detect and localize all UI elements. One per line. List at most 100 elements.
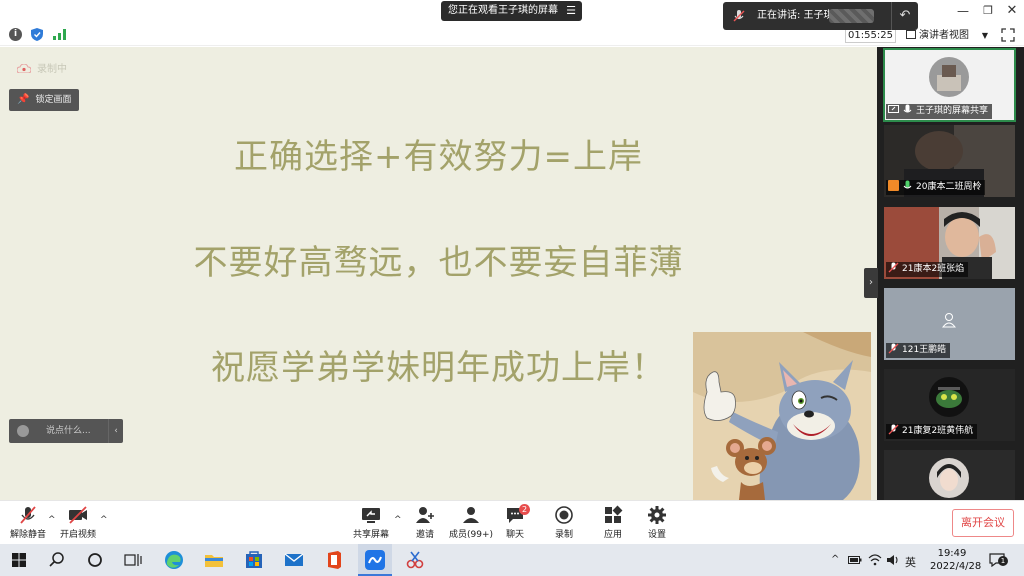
participant-tile[interactable]: 21康复2班黄伟航 (884, 369, 1015, 441)
share-screen-icon (362, 508, 380, 523)
cloud-record-icon (17, 64, 31, 73)
info-icon[interactable]: i (9, 28, 22, 41)
start-video-label: 开启视频 (59, 530, 96, 540)
wifi-icon[interactable] (868, 553, 882, 567)
tray-expand-icon[interactable]: ^ (831, 554, 839, 565)
record-button[interactable]: 录制 (536, 505, 592, 543)
participant-tile[interactable]: 121王鹏皓 (884, 288, 1015, 360)
lock-screen-label: 锁定画面 (35, 95, 72, 105)
emoji-icon[interactable] (17, 425, 29, 437)
sharing-banner-text: 您正在观看王子琪的屏幕 (448, 5, 558, 16)
store-icon[interactable] (243, 549, 265, 571)
chat-label: 聊天 (505, 530, 524, 540)
fullscreen-icon[interactable] (1001, 28, 1015, 42)
cortana-icon[interactable] (84, 549, 106, 571)
menu-icon[interactable]: ☰ (566, 1, 576, 21)
close-icon[interactable]: ✕ (1004, 3, 1020, 19)
shield-icon[interactable] (31, 28, 43, 41)
record-label: 录制 (554, 530, 573, 540)
apps-label: 应用 (603, 530, 622, 540)
slide-line: 正确选择+有效努力=上岸 (234, 137, 643, 177)
minimize-icon[interactable]: — (955, 3, 971, 19)
return-icon[interactable]: ↶ (891, 2, 918, 30)
participant-name: 王子琪的屏幕共享 (916, 106, 989, 116)
participant-tile[interactable]: 王子琪的屏幕共享 (883, 48, 1016, 122)
muted-mic-icon (888, 343, 899, 354)
share-screen-button[interactable]: 共享屏幕 (343, 505, 399, 543)
layout-icon (906, 30, 916, 39)
search-icon[interactable] (46, 549, 68, 571)
meeting-timer: 01:55:25 (845, 28, 896, 43)
recording-label: 录制中 (37, 64, 67, 75)
task-view-icon[interactable] (122, 549, 144, 571)
taskbar-active-app[interactable] (358, 544, 392, 576)
participant-label: 王子琪的屏幕共享 (886, 104, 993, 119)
participant-label: 121王鹏皓 (886, 343, 951, 358)
host-icon (888, 180, 899, 191)
notification-count: 1 (998, 556, 1008, 566)
snipping-tool-icon[interactable] (404, 549, 426, 571)
participant-name: 121王鹏皓 (902, 345, 947, 355)
chevron-down-icon: ▼ (981, 31, 988, 40)
share-screen-label: 共享屏幕 (352, 530, 389, 540)
leave-meeting-button[interactable]: 离开会议 (952, 509, 1014, 537)
participant-panel: 王子琪的屏幕共享 20康本二班周柃 21康本2班张焰 121王鹏皓 21康复2班… (877, 47, 1024, 500)
chat-input[interactable]: 说点什么... ‹ (9, 419, 123, 443)
chat-unread-badge: 2 (519, 504, 530, 515)
video-off-icon (69, 506, 87, 524)
add-user-icon (416, 507, 434, 523)
speaking-indicator: 正在讲话: 王子琪 ↶ (723, 2, 918, 30)
participant-tile[interactable]: 21康本2班张焰 (884, 207, 1015, 279)
start-video-button[interactable]: 开启视频 (50, 505, 106, 543)
apps-icon (605, 505, 623, 523)
notification-center[interactable]: 1 (989, 552, 1008, 568)
mic-icon (903, 104, 912, 113)
participant-name: 21康复2班黄伟航 (902, 426, 974, 436)
blurred-name (829, 9, 874, 23)
maximize-icon[interactable]: ❐ (980, 3, 996, 19)
cartoon-cat-thumbs-up-image (693, 332, 871, 500)
tray-date: 2022/4/28 (930, 561, 982, 572)
windows-taskbar: ^ 英 19:49 2022/4/28 1 (0, 544, 1024, 576)
battery-icon[interactable] (848, 554, 862, 566)
tencent-meeting-icon (365, 550, 385, 570)
chat-button[interactable]: 2 聊天 (487, 504, 543, 543)
chat-placeholder: 说点什么... (46, 426, 91, 436)
mail-icon[interactable] (283, 549, 305, 571)
muted-mic-icon (733, 10, 745, 22)
view-mode-select[interactable]: 演讲者视图 ▼ (906, 28, 990, 43)
windows-start-icon[interactable] (8, 549, 30, 571)
tray-clock[interactable]: 19:49 2022/4/28 (930, 547, 982, 573)
volume-icon[interactable] (886, 553, 900, 567)
participant-label: 21康本2班张焰 (886, 262, 969, 277)
avatar (929, 57, 969, 97)
participant-tile[interactable] (884, 450, 1015, 500)
view-mode-label: 演讲者视图 (919, 30, 969, 41)
gear-icon (648, 506, 666, 524)
chevron-left-icon[interactable]: ‹ (108, 419, 123, 443)
pin-icon: 📌 (17, 94, 30, 105)
screen-share-icon (888, 105, 899, 113)
participant-tile[interactable]: 20康本二班周柃 (884, 125, 1015, 197)
collapse-panel-button[interactable]: › (864, 268, 878, 298)
avatar (929, 458, 969, 498)
sharing-banner[interactable]: 您正在观看王子琪的屏幕 ☰ (441, 1, 582, 21)
camera-off-icon (941, 313, 957, 328)
participant-name: 20康本二班周柃 (916, 182, 982, 192)
settings-button[interactable]: 设置 (629, 505, 685, 543)
edge-browser-icon[interactable] (163, 549, 185, 571)
signal-strength-icon[interactable] (53, 29, 66, 40)
mic-icon (903, 180, 912, 189)
slide-line: 不要好高骛远，也不要妄自菲薄 (193, 243, 684, 283)
muted-mic-icon (20, 506, 36, 524)
members-icon (463, 507, 479, 523)
lock-screen-button[interactable]: 📌 锁定画面 (9, 89, 79, 111)
participant-name: 21康本2班张焰 (902, 264, 965, 274)
file-explorer-icon[interactable] (203, 549, 225, 571)
office-icon[interactable] (323, 549, 345, 571)
meeting-toolbar: 解除静音 ^ 开启视频 ^ 共享屏幕 ^ 邀请 成员(99+) 2 聊天 录制 … (0, 500, 1024, 544)
ime-indicator[interactable]: 英 (905, 554, 916, 570)
participant-label: 20康本二班周柃 (886, 180, 986, 195)
chevron-up-icon[interactable]: ^ (100, 515, 108, 525)
shared-screen: 录制中 📌 锁定画面 正确选择+有效努力=上岸 不要好高骛远，也不要妄自菲薄 祝愿… (0, 47, 877, 500)
